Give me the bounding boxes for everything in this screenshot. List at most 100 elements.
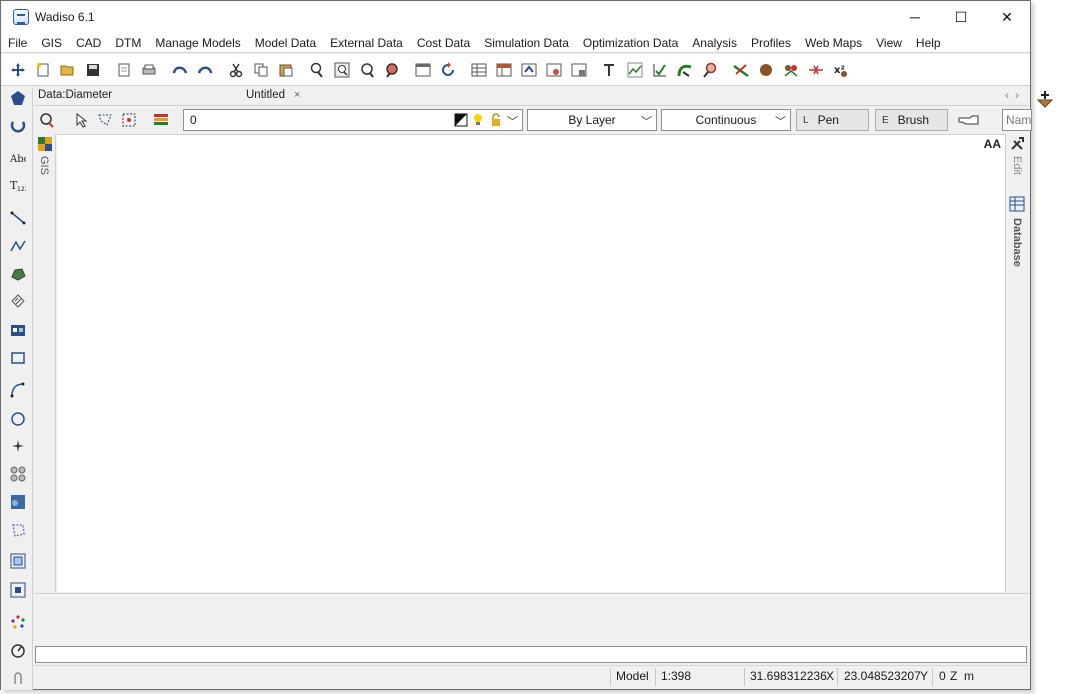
- menu-file[interactable]: File: [1, 33, 34, 53]
- menu-help[interactable]: Help: [909, 33, 948, 53]
- text-tool[interactable]: Abc: [7, 147, 28, 168]
- pan-button[interactable]: [7, 59, 29, 81]
- layer-dropdown[interactable]: 0 ﹀: [183, 109, 523, 131]
- tab-untitled[interactable]: Untitled: [246, 89, 285, 101]
- dock-pin-icon[interactable]: [1036, 90, 1054, 108]
- pen-button[interactable]: L Pen: [796, 109, 869, 131]
- database-tab-label[interactable]: Database: [1011, 218, 1023, 267]
- save-button[interactable]: [82, 59, 104, 81]
- find-button[interactable]: [699, 59, 721, 81]
- layer-color-icon[interactable]: [454, 113, 468, 127]
- menu-view[interactable]: View: [869, 33, 909, 53]
- tab-data-diameter[interactable]: Data:Diameter: [38, 89, 112, 101]
- line-style-dropdown[interactable]: Continuous ﹀: [661, 109, 791, 131]
- table-edit-button[interactable]: [493, 59, 515, 81]
- tools-icon[interactable]: [1009, 136, 1025, 152]
- menu-model-data[interactable]: Model Data: [248, 33, 323, 53]
- menu-cad[interactable]: CAD: [69, 33, 108, 53]
- table-view-button[interactable]: [518, 59, 540, 81]
- text-number-tool[interactable]: T123: [7, 174, 28, 195]
- layer-visibility-bulb-icon[interactable]: [472, 113, 484, 127]
- font-size-icon[interactable]: AA: [984, 137, 1001, 151]
- view-button[interactable]: [412, 59, 434, 81]
- zoom-previous-button[interactable]: [381, 59, 403, 81]
- frame-tool[interactable]: [7, 550, 28, 571]
- graph-button[interactable]: [624, 59, 646, 81]
- check-button[interactable]: [649, 59, 671, 81]
- minimize-button[interactable]: ─: [892, 1, 938, 33]
- rotate-tool[interactable]: [7, 115, 28, 136]
- print-button[interactable]: [138, 59, 160, 81]
- command-line-input[interactable]: [35, 646, 1027, 663]
- status-scale[interactable]: 1:398: [661, 669, 691, 683]
- open-button[interactable]: [57, 59, 79, 81]
- menu-simulation-data[interactable]: Simulation Data: [477, 33, 576, 53]
- menu-manage-models[interactable]: Manage Models: [148, 33, 247, 53]
- maximize-button[interactable]: ☐: [938, 1, 984, 33]
- new-button[interactable]: [32, 59, 54, 81]
- table-button[interactable]: [468, 59, 490, 81]
- layer-select-button[interactable]: [36, 109, 58, 131]
- cluster-tool[interactable]: [7, 611, 28, 632]
- polygon-tool[interactable]: [7, 263, 28, 284]
- pointing-hand-button[interactable]: [956, 109, 982, 131]
- edit-tab-label[interactable]: Edit: [1011, 156, 1023, 175]
- undo-button[interactable]: [169, 59, 191, 81]
- menu-web-maps[interactable]: Web Maps: [798, 33, 869, 53]
- hatch-tool[interactable]: [7, 290, 28, 311]
- cut-button[interactable]: [225, 59, 247, 81]
- extents-tool[interactable]: [7, 579, 28, 600]
- redo-button[interactable]: [194, 59, 216, 81]
- formula-button[interactable]: x²: [830, 59, 852, 81]
- status-mode[interactable]: Model: [616, 669, 649, 683]
- image-tool[interactable]: [7, 491, 28, 512]
- line-type-dropdown[interactable]: By Layer ﹀: [527, 109, 657, 131]
- tab-close-icon[interactable]: ×: [294, 89, 300, 101]
- rectangle-tool[interactable]: [7, 347, 28, 368]
- break-button[interactable]: [805, 59, 827, 81]
- database-table-icon[interactable]: [1009, 196, 1025, 212]
- menu-gis[interactable]: GIS: [34, 33, 69, 53]
- menu-profiles[interactable]: Profiles: [744, 33, 798, 53]
- snap-tool[interactable]: [7, 667, 28, 688]
- group-tool[interactable]: [7, 463, 28, 484]
- tab-scroll-arrows[interactable]: ‹›: [1005, 88, 1025, 102]
- layer-lock-icon[interactable]: [490, 113, 502, 127]
- circle-tool[interactable]: [7, 408, 28, 429]
- menu-optimization-data[interactable]: Optimization Data: [576, 33, 685, 53]
- line-tool[interactable]: [7, 207, 28, 228]
- drawing-canvas[interactable]: AA: [57, 134, 1005, 592]
- region-tool[interactable]: [7, 519, 28, 540]
- menu-dtm[interactable]: DTM: [108, 33, 148, 53]
- name-input[interactable]: Nam: [1002, 109, 1032, 131]
- layers-button[interactable]: [150, 109, 172, 131]
- polyline-tool[interactable]: [7, 235, 28, 256]
- point-tool[interactable]: [7, 435, 28, 456]
- print-preview-button[interactable]: [113, 59, 135, 81]
- gis-tab-label[interactable]: GIS: [38, 156, 50, 175]
- connect-button[interactable]: [730, 59, 752, 81]
- zoom-window-button[interactable]: [306, 59, 328, 81]
- block-tool[interactable]: [7, 319, 28, 340]
- node-button[interactable]: [755, 59, 777, 81]
- copy-button[interactable]: [250, 59, 272, 81]
- multi-node-button[interactable]: [780, 59, 802, 81]
- gis-map-icon[interactable]: [37, 136, 53, 152]
- zoom-extents-button[interactable]: [356, 59, 378, 81]
- table-join-button[interactable]: [543, 59, 565, 81]
- table-link-button[interactable]: [568, 59, 590, 81]
- paste-button[interactable]: [275, 59, 297, 81]
- brush-button[interactable]: E Brush: [875, 109, 948, 131]
- select-tool[interactable]: [7, 87, 28, 108]
- arc-tool[interactable]: [7, 379, 28, 400]
- measure-tool[interactable]: [7, 639, 28, 660]
- window-select-button[interactable]: [118, 109, 140, 131]
- close-button[interactable]: ✕: [984, 1, 1030, 33]
- lasso-button[interactable]: [94, 109, 116, 131]
- pick-button[interactable]: [70, 109, 92, 131]
- pipe-button[interactable]: [674, 59, 696, 81]
- menu-cost-data[interactable]: Cost Data: [410, 33, 477, 53]
- menu-analysis[interactable]: Analysis: [685, 33, 744, 53]
- zoom-button[interactable]: [331, 59, 353, 81]
- text-tool-button[interactable]: [599, 59, 621, 81]
